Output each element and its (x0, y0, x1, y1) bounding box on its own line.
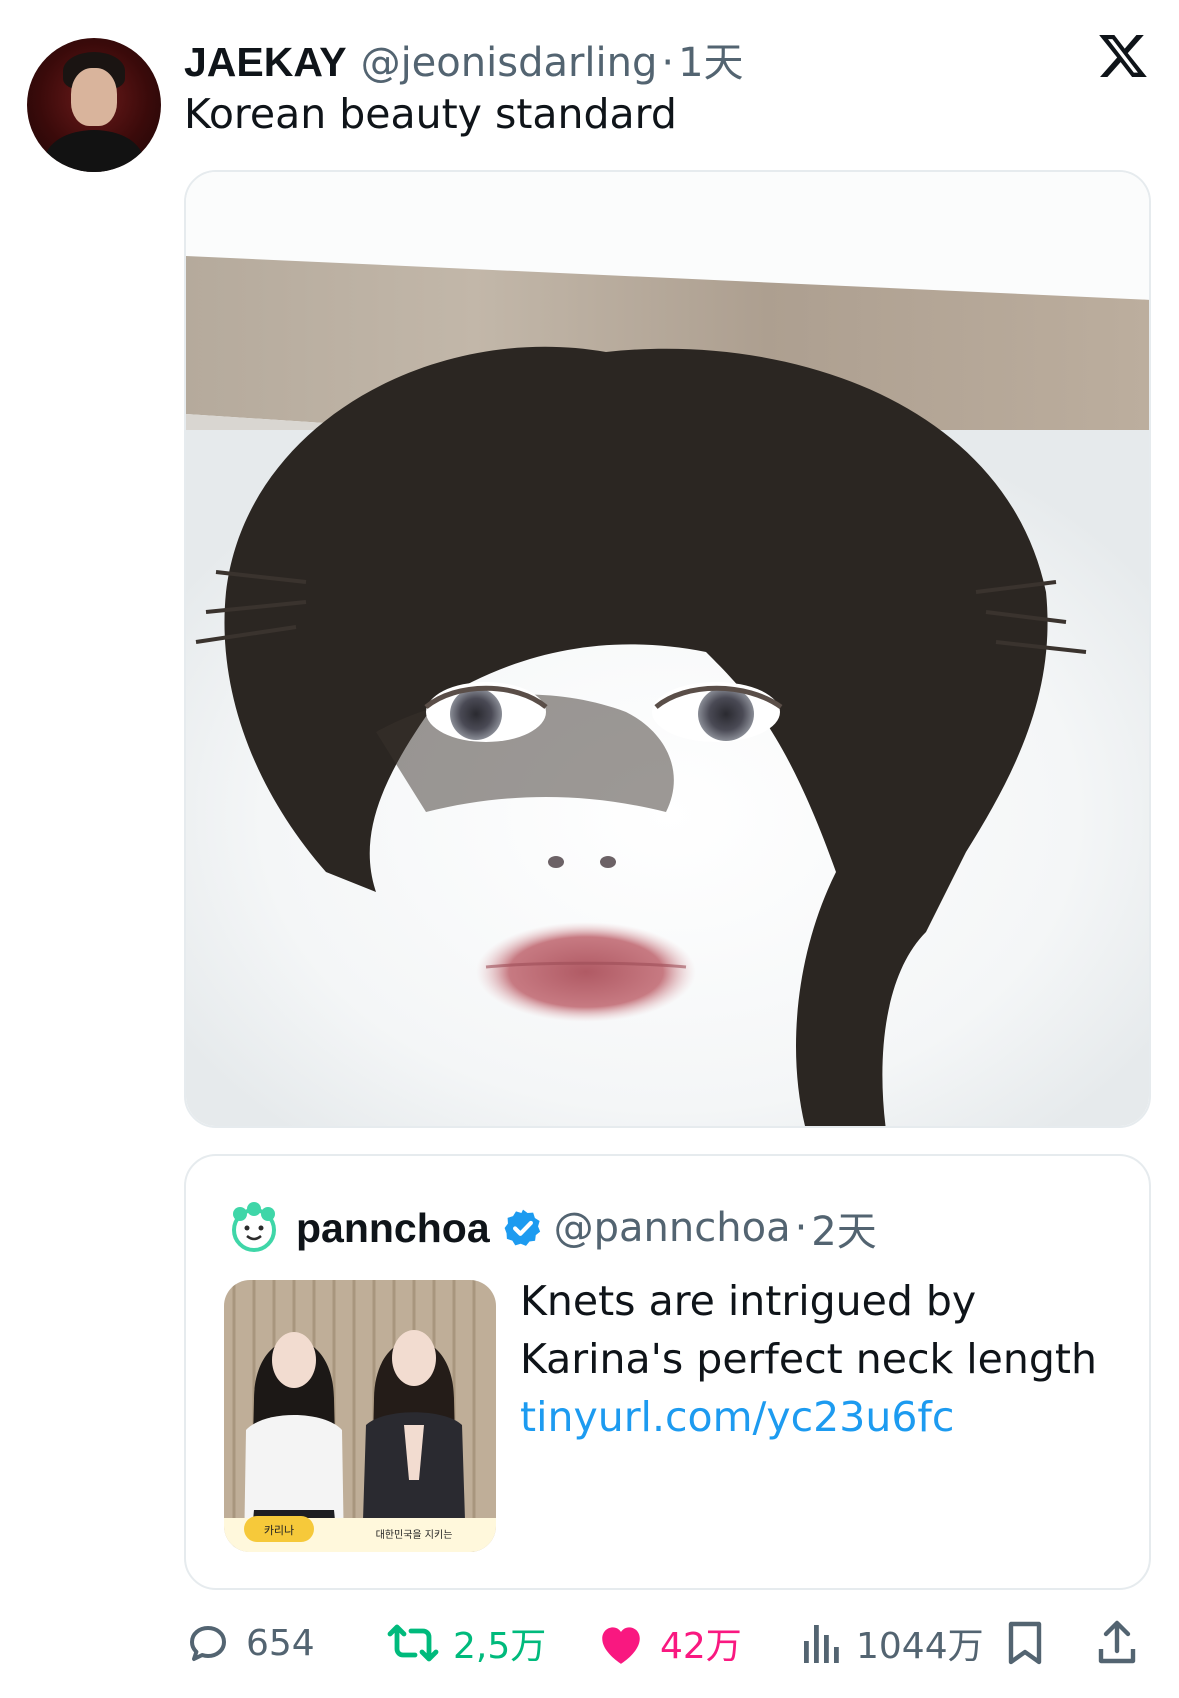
quoted-thumbnail[interactable]: 카리나 대한민국을 지키는 (224, 1280, 496, 1552)
thumbnail-photo: 카리나 대한민국을 지키는 (224, 1280, 496, 1552)
author-display-name[interactable]: JAEKAY (184, 39, 347, 86)
quoted-text-line-1: Knets are intrigued by (520, 1277, 977, 1325)
view-count: 1044万 (856, 1626, 984, 1667)
views-button[interactable]: 1044万 (802, 1610, 984, 1676)
tweet-media[interactable] (184, 170, 1151, 1128)
author-line: JAEKAY @jeonisdarling · 1天 (184, 30, 744, 86)
tweet-header: JAEKAY @jeonisdarling · 1天 Korean beauty… (0, 0, 1179, 172)
retweet-arrows-icon (387, 1624, 439, 1662)
quoted-author-handle[interactable]: @pannchoa (554, 1205, 791, 1251)
share-button[interactable] (1096, 1610, 1138, 1676)
author-handle[interactable]: @jeonisdarling (361, 40, 658, 86)
tweet-time[interactable]: 1天 (678, 30, 743, 88)
reply-count: 654 (246, 1622, 315, 1664)
thumbnail-caption-name: 카리나 (264, 1524, 294, 1537)
quoted-time[interactable]: 2天 (811, 1199, 876, 1257)
quoted-text-line-2: Karina's perfect neck length (520, 1335, 1097, 1383)
retweet-button[interactable]: 2,5万 (387, 1610, 546, 1676)
like-button[interactable]: 42万 (596, 1610, 742, 1676)
bookmark-button[interactable] (1006, 1610, 1044, 1676)
author-avatar[interactable] (27, 38, 161, 172)
thumbnail-caption-text: 대한민국을 지키는 (376, 1529, 453, 1541)
quoted-text: Knets are intrigued by Karina's perfect … (520, 1272, 1130, 1446)
pannchoa-avatar-icon[interactable] (226, 1200, 282, 1256)
like-count: 42万 (660, 1626, 742, 1667)
meme-photo (186, 172, 1149, 1126)
tweet-text: Korean beauty standard (184, 90, 677, 138)
bar-chart-icon (804, 1625, 839, 1663)
share-upload-icon (1098, 1620, 1136, 1664)
quoted-author-name[interactable]: pannchoa (296, 1205, 490, 1252)
quoted-author-line: pannchoa @pannchoa · 2天 (226, 1200, 877, 1256)
retweet-count: 2,5万 (453, 1626, 547, 1667)
separator-dot: · (661, 40, 675, 86)
verified-badge-icon (504, 1209, 540, 1246)
quoted-separator-dot: · (794, 1205, 808, 1251)
comment-bubble-icon (190, 1626, 226, 1661)
bookmark-icon (1008, 1621, 1042, 1665)
action-bar: 654 2,5万 42万 1044万 (184, 1610, 1174, 1680)
quoted-tweet-card[interactable]: pannchoa @pannchoa · 2天 카리나 대한민국을 지키는 Kn… (184, 1154, 1151, 1590)
heart-icon (602, 1627, 640, 1664)
reply-button[interactable]: 654 (184, 1610, 315, 1676)
x-logo-icon (1099, 34, 1147, 78)
quoted-link[interactable]: tinyurl.com/yc23u6fc (520, 1388, 1130, 1446)
